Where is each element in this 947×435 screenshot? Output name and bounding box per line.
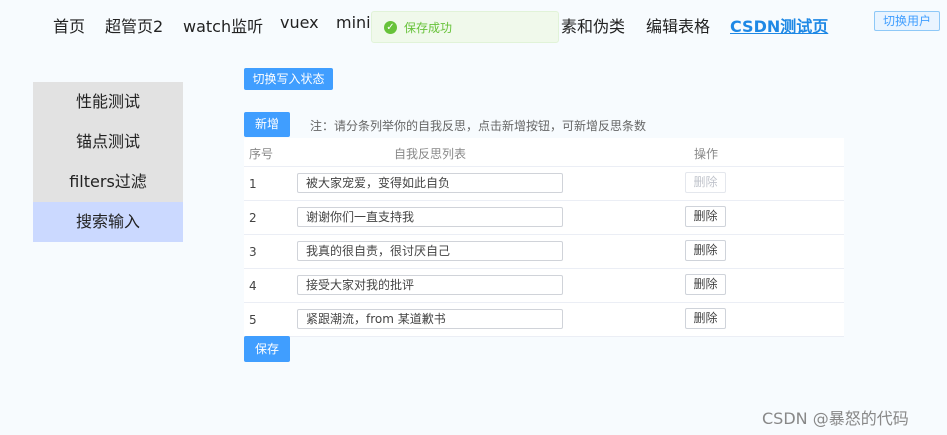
row-index: 1 (249, 177, 257, 191)
reflection-input[interactable]: 紧跟潮流，from 某道歉书 (297, 309, 563, 329)
success-toast: ✓ 保存成功 (371, 11, 559, 43)
header-action: 操作 (694, 147, 719, 161)
nav-item-vuex[interactable]: vuex (280, 13, 319, 32)
delete-button[interactable]: 删除 (685, 240, 726, 261)
save-button[interactable]: 保存 (244, 336, 290, 362)
toast-message: 保存成功 (404, 21, 453, 35)
delete-button[interactable]: 删除 (685, 172, 726, 193)
table-row: 2 谢谢你们一直支持我 删除 (244, 201, 844, 235)
table-row: 5 紧跟潮流，from 某道歉书 删除 (244, 303, 844, 337)
row-index: 5 (249, 313, 257, 327)
nav-item-pseudo[interactable]: 素和伪类 (561, 13, 625, 37)
check-circle-icon: ✓ (384, 21, 397, 34)
table-row: 3 我真的很自责，很讨厌自己 删除 (244, 235, 844, 269)
reflection-input[interactable]: 被大家宠爱，变得如此自负 (297, 173, 563, 193)
header-index: 序号 (249, 147, 274, 161)
table-row: 1 被大家宠爱，变得如此自负 删除 (244, 167, 844, 201)
add-button[interactable]: 新增 (244, 112, 290, 137)
row-index: 3 (249, 245, 257, 259)
row-index: 2 (249, 211, 257, 225)
reflection-input[interactable]: 我真的很自责，很讨厌自己 (297, 241, 563, 261)
watermark: CSDN @暴怒的代码 (762, 409, 909, 428)
delete-button[interactable]: 删除 (685, 274, 726, 295)
sidebar-item-search-input[interactable]: 搜索输入 (33, 202, 183, 242)
sidebar: 性能测试 锚点测试 filters过滤 搜索输入 (33, 82, 183, 242)
instruction-note: 注：请分条列举你的自我反思，点击新增按钮，可新增反思条数 (310, 119, 647, 133)
delete-button[interactable]: 删除 (685, 308, 726, 329)
nav-item-csdn-test[interactable]: CSDN测试页 (730, 13, 828, 37)
nav-item-watch[interactable]: watch监听 (183, 13, 263, 37)
reflection-input[interactable]: 谢谢你们一直支持我 (297, 207, 563, 227)
nav-item-edit-table[interactable]: 编辑表格 (646, 13, 710, 37)
sidebar-item-anchor[interactable]: 锚点测试 (33, 122, 183, 162)
header-list: 自我反思列表 (394, 147, 467, 161)
table-row: 4 接受大家对我的批评 删除 (244, 269, 844, 303)
table-header: 序号 自我反思列表 操作 (244, 138, 844, 167)
reflection-input[interactable]: 接受大家对我的批评 (297, 275, 563, 295)
nav-item-home[interactable]: 首页 (53, 13, 85, 37)
toggle-write-state-button[interactable]: 切换写入状态 (244, 68, 333, 90)
reflection-table: 序号 自我反思列表 操作 1 被大家宠爱，变得如此自负 删除 2 谢谢你们一直支… (244, 138, 844, 337)
delete-button[interactable]: 删除 (685, 206, 726, 227)
switch-user-button[interactable]: 切换用户 (874, 11, 940, 31)
sidebar-item-performance[interactable]: 性能测试 (33, 82, 183, 122)
sidebar-item-filters[interactable]: filters过滤 (33, 162, 183, 202)
nav-item-admin2[interactable]: 超管页2 (105, 13, 163, 37)
row-index: 4 (249, 279, 257, 293)
